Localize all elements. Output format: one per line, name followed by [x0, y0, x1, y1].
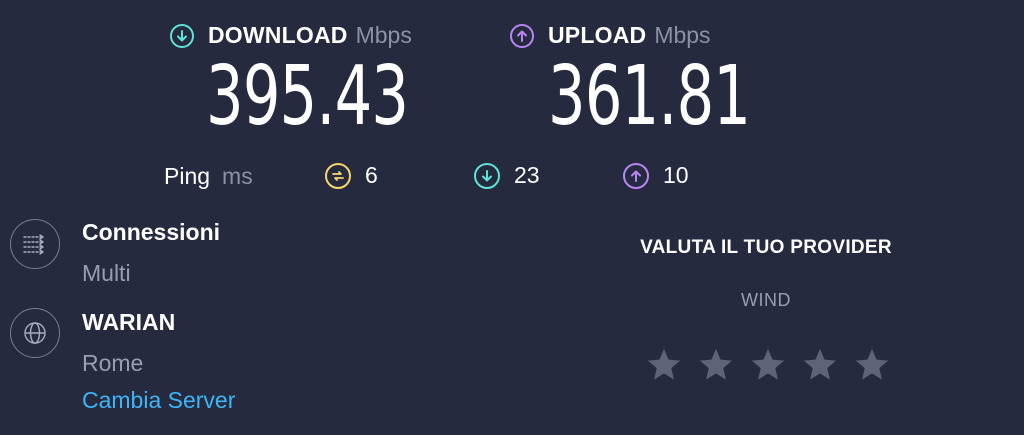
download-header: DOWNLOAD Mbps	[170, 22, 412, 49]
star-5-icon[interactable]	[853, 346, 891, 384]
upload-header: UPLOAD Mbps	[510, 22, 711, 49]
ping-download-value: 23	[514, 162, 540, 188]
globe-icon	[10, 308, 60, 358]
star-4-icon[interactable]	[801, 346, 839, 384]
rating-stars	[645, 346, 891, 384]
download-label: DOWNLOAD	[208, 22, 348, 48]
connections-title: Connessioni	[82, 219, 221, 245]
upload-label: UPLOAD	[548, 22, 647, 48]
ping-download-icon	[474, 162, 500, 189]
download-arrow-icon	[170, 23, 194, 48]
download-speed-value: 395.43	[206, 49, 409, 144]
ping-idle: 6	[325, 162, 378, 189]
connections-value: Multi	[82, 260, 131, 286]
change-server-link[interactable]: Cambia Server	[82, 387, 235, 414]
provider-name: WIND	[560, 290, 972, 311]
connections-icon	[10, 219, 60, 269]
ping-upload-icon	[623, 162, 649, 189]
server-location: Rome	[82, 350, 144, 376]
server-name: WARIAN	[82, 309, 176, 335]
star-1-icon[interactable]	[645, 346, 683, 384]
ping-idle-value: 6	[365, 162, 378, 188]
upload-speed-value: 361.81	[548, 49, 751, 144]
provider-name-text: WIND	[741, 290, 791, 310]
ping-label: Ping	[164, 163, 211, 189]
rate-provider-title-text: VALUTA IL TUO PROVIDER	[640, 237, 892, 258]
star-3-icon[interactable]	[749, 346, 787, 384]
rate-provider-title: VALUTA IL TUO PROVIDER	[560, 237, 972, 259]
download-unit: Mbps	[355, 22, 412, 48]
ping-upload: 10	[623, 162, 689, 189]
upload-arrow-icon	[510, 23, 534, 48]
ping-download: 23	[474, 162, 540, 189]
jitter-icon	[325, 162, 351, 189]
ping-label-group: Ping ms	[164, 163, 253, 190]
ping-unit: ms	[222, 163, 253, 189]
star-2-icon[interactable]	[697, 346, 735, 384]
upload-unit: Mbps	[654, 22, 711, 48]
ping-upload-value: 10	[663, 162, 689, 188]
